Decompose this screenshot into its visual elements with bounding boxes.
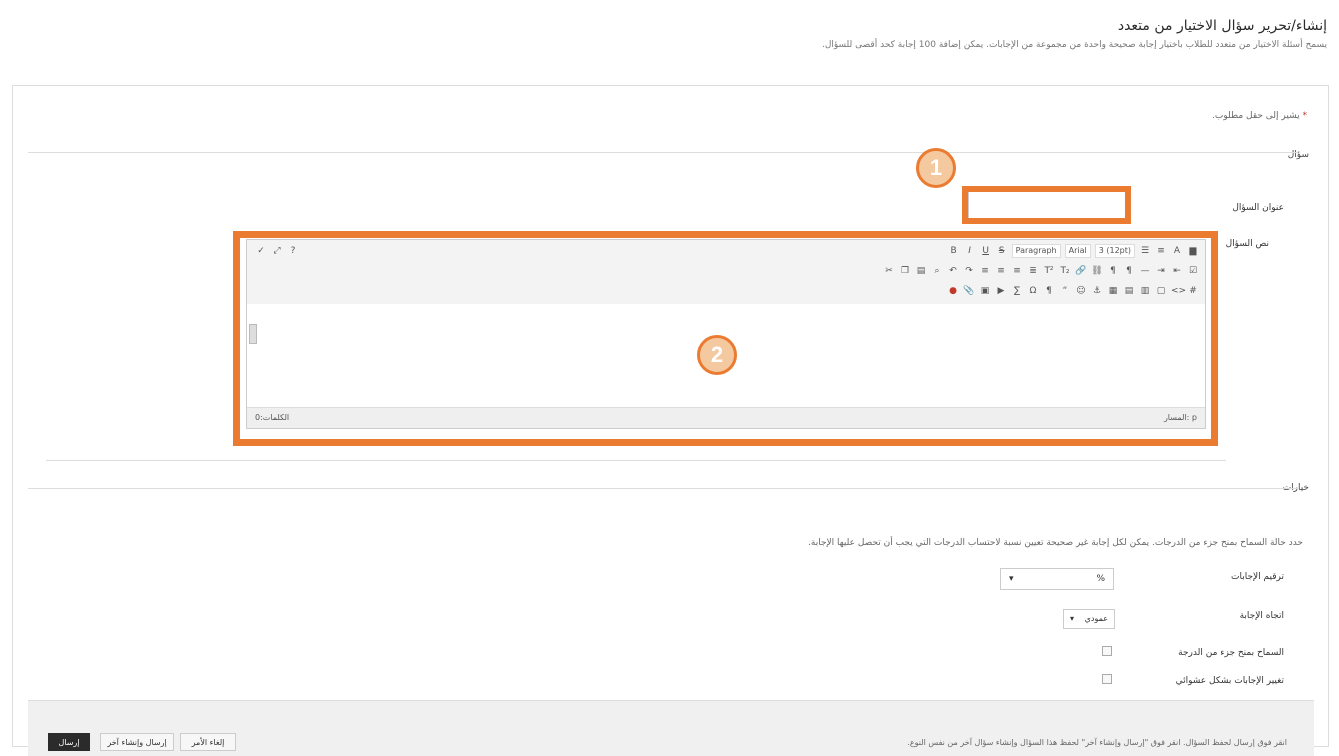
randomize-answers-checkbox[interactable]	[1102, 674, 1112, 684]
required-note: * يشير إلى حقل مطلوب.	[1212, 111, 1307, 121]
cancel-button[interactable]: إلغاء الأمر	[180, 733, 236, 751]
randomize-answers-label: تغيير الإجابات بشكل عشوائي	[1175, 676, 1284, 686]
page-subtitle: يسمح أسئلة الاختيار من متعدد للطلاب باخت…	[821, 40, 1327, 50]
submit-and-create-another-button[interactable]: إرسال وإنشاء آخر	[100, 733, 174, 751]
callout-box-1	[962, 186, 1131, 224]
answer-orientation-select[interactable]: عمودي ▾	[1063, 609, 1115, 629]
partial-credit-label: السماح بمنح جزء من الدرجة	[1178, 648, 1284, 658]
chevron-down-icon: ▾	[1070, 614, 1075, 623]
submit-button[interactable]: إرسال	[48, 733, 90, 751]
answer-orientation-value: عمودي	[1084, 614, 1108, 623]
editor-bottom-divider	[46, 460, 1226, 461]
question-text-label: نص السؤال	[1225, 239, 1269, 249]
dropdown-arrow-icon: ▾	[1009, 574, 1014, 584]
question-section-divider	[28, 152, 1298, 153]
callout-badge-2: 2	[697, 335, 737, 375]
answer-orientation-label: اتجاه الإجابة	[1239, 611, 1284, 621]
answer-numbering-field[interactable]: ▾ %	[1000, 568, 1114, 590]
options-section-divider	[28, 488, 1298, 489]
partial-credit-checkbox[interactable]	[1102, 646, 1112, 656]
question-title-label: عنوان السؤال	[1232, 203, 1284, 213]
options-instruction: حدد حالة السماح بمنح جزء من الدرجات. يمك…	[808, 538, 1303, 548]
page-title: إنشاء/تحرير سؤال الاختيار من متعدد	[1117, 18, 1327, 34]
percent-sign: %	[1096, 574, 1105, 584]
footer-hint: انقر فوق إرسال لحفظ السؤال. انقر فوق "إر…	[907, 738, 1287, 747]
required-note-text: يشير إلى حقل مطلوب.	[1211, 111, 1300, 121]
callout-badge-1: 1	[916, 148, 956, 188]
answer-numbering-label: ترقيم الإجابات	[1231, 572, 1284, 582]
required-star: *	[1302, 111, 1308, 121]
